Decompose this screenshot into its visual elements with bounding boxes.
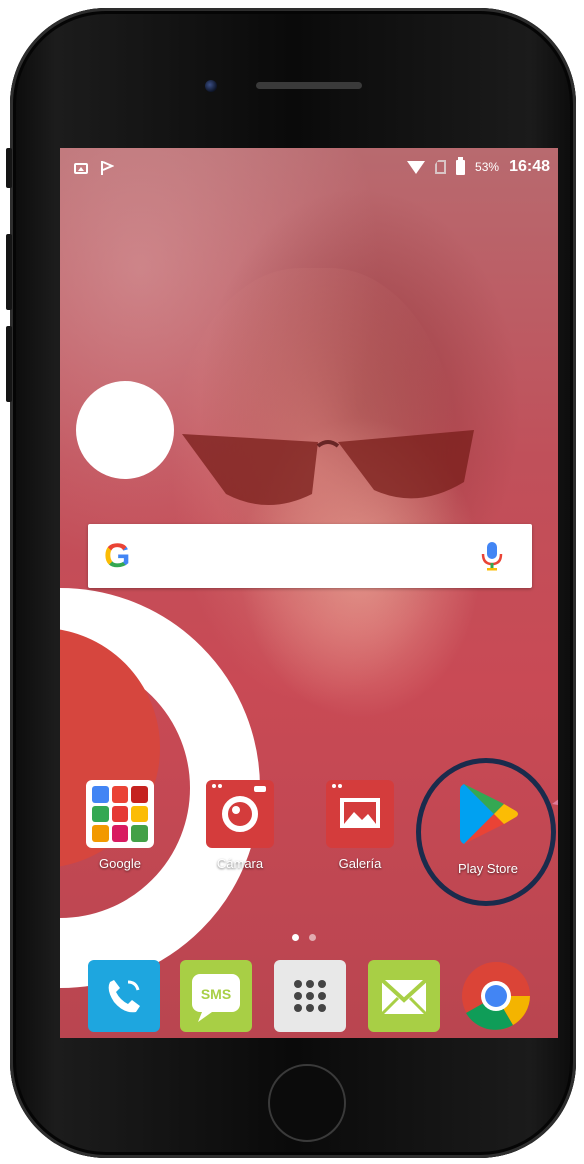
mic-icon[interactable] — [480, 541, 504, 571]
front-camera — [205, 80, 217, 92]
page-indicator — [292, 934, 316, 941]
no-sim-icon — [435, 160, 447, 174]
side-button-volume-up — [6, 234, 12, 310]
dock: SMS — [60, 956, 558, 1038]
home-screen: 53% 16:48 G Google Cámara Galería Play S… — [60, 148, 558, 1038]
chrome-icon[interactable] — [460, 960, 532, 1032]
google-logo-icon: G — [104, 536, 131, 575]
flag-icon — [101, 161, 114, 175]
app-label: Galería — [338, 856, 382, 871]
gallery-icon — [326, 780, 394, 848]
phone-device: 53% 16:48 G Google Cámara Galería Play S… — [6, 8, 576, 1158]
wifi-icon — [407, 160, 426, 174]
app-label: Cámara — [216, 856, 264, 871]
app-galeria[interactable]: Galería — [318, 780, 402, 871]
app-camara[interactable]: Cámara — [198, 780, 282, 871]
sms-label: SMS — [201, 986, 231, 1002]
camera-icon — [206, 780, 274, 848]
page-dot-active — [292, 934, 299, 941]
wallpaper-disc — [76, 381, 174, 479]
image-icon — [74, 162, 88, 174]
side-button-volume-down — [6, 326, 12, 402]
page-dot — [309, 934, 316, 941]
google-search-bar[interactable]: G — [88, 524, 532, 588]
phone-icon[interactable] — [88, 960, 160, 1032]
app-google-folder[interactable]: Google — [78, 780, 162, 871]
side-button-mute — [6, 148, 12, 188]
app-drawer-icon[interactable] — [274, 960, 346, 1032]
pointer-arrow — [552, 799, 558, 805]
battery-percent: 53% — [475, 160, 500, 174]
clock: 16:48 — [509, 158, 550, 175]
google-folder-icon — [86, 780, 154, 848]
battery-icon — [456, 156, 466, 175]
wallpaper-sunglasses — [182, 430, 474, 505]
email-icon[interactable] — [368, 960, 440, 1032]
app-label: Google — [99, 856, 141, 871]
play-store-highlight — [416, 758, 556, 906]
sms-icon[interactable]: SMS — [180, 960, 252, 1032]
home-button[interactable] — [268, 1064, 346, 1142]
earpiece-speaker — [256, 82, 362, 89]
status-bar: 53% 16:48 — [60, 148, 558, 188]
